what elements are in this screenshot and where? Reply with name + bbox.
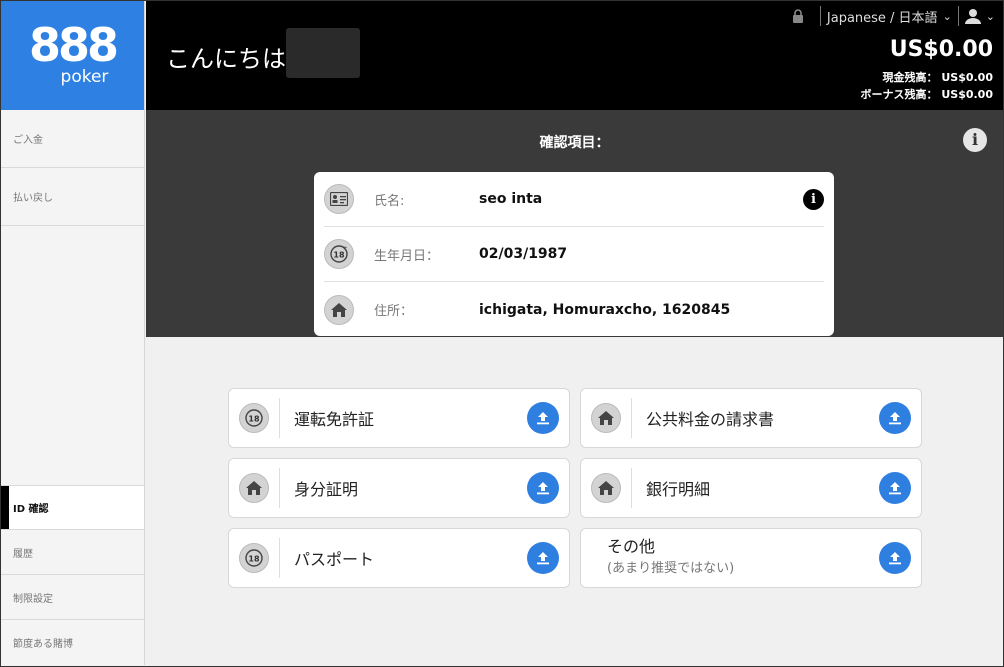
upload-label: 銀行明細	[646, 480, 711, 499]
divider	[957, 6, 959, 26]
logo-word: poker	[60, 67, 109, 87]
lock-icon	[792, 9, 803, 23]
upload-icon[interactable]	[527, 402, 559, 434]
upload-utility-bill[interactable]: 公共料金の請求書	[580, 388, 922, 448]
address-value: ichigata, Homuraxcho, 1620845	[479, 301, 731, 318]
divider	[279, 398, 280, 438]
divider	[631, 398, 632, 438]
verify-row-name: 氏名: seo inta i	[324, 172, 824, 227]
sidebar-item-responsible-gaming[interactable]: 節度ある賭博	[1, 620, 144, 665]
brand-logo[interactable]: 888 poker	[1, 1, 144, 110]
svg-text:18: 18	[248, 555, 260, 564]
home-icon	[591, 403, 621, 433]
total-balance: US$0.00	[889, 37, 993, 62]
upload-bank-statement[interactable]: 銀行明細	[580, 458, 922, 518]
divider	[819, 6, 821, 26]
verification-card: 氏名: seo inta i 18 + 生年月日： 02/03/1987 住所： …	[314, 172, 834, 336]
upload-icon[interactable]	[527, 472, 559, 504]
birthdate-label: 生年月日：	[374, 248, 440, 264]
upload-icon[interactable]	[879, 402, 911, 434]
upload-other[interactable]: その他 (あまり推奨ではない)	[580, 528, 922, 588]
sidebar-item-id-verify[interactable]: ID 確認	[1, 485, 144, 530]
greeting: こんにちは	[166, 45, 286, 73]
verify-row-address: 住所： ichigata, Homuraxcho, 1620845	[324, 282, 824, 337]
divider	[279, 468, 280, 508]
sidebar-item-limits[interactable]: 制限設定	[1, 575, 144, 620]
user-icon	[964, 9, 981, 24]
upload-drivers-license[interactable]: 18 運転免許証	[228, 388, 570, 448]
sidebar: 888 poker ご入金 払い戻し ID 確認 履歴 制限設定 節度ある賭博	[1, 1, 145, 665]
sidebar-item-deposit[interactable]: ご入金	[1, 110, 144, 168]
bonus-balance-label: ボーナス残高：	[860, 88, 938, 101]
chevron-down-icon: ⌄	[985, 9, 995, 23]
birthdate-value: 02/03/1987	[479, 246, 568, 262]
age-18-icon: 18 +	[324, 239, 354, 269]
upload-icon[interactable]	[527, 542, 559, 574]
upload-label: パスポート	[294, 550, 375, 569]
username-redacted	[286, 28, 360, 78]
svg-text:18: 18	[248, 415, 260, 424]
divider	[631, 468, 632, 508]
upload-label: 公共料金の請求書	[646, 410, 775, 429]
language-label: Japanese / 日本語	[826, 10, 938, 26]
verification-panel: 確認項目： i 氏名: seo inta i 18 + 生年月日： 02/03/1…	[146, 110, 1003, 337]
name-label: 氏名:	[374, 193, 405, 209]
chevron-down-icon: ⌄	[942, 9, 952, 23]
cash-balance: 現金残高： US$0.00	[883, 69, 994, 85]
language-selector[interactable]: Japanese / 日本語 ⌄	[827, 7, 952, 26]
id-card-icon	[324, 184, 354, 214]
bonus-balance-value: US$0.00	[941, 88, 993, 101]
logo-number: 888	[28, 18, 119, 72]
info-icon[interactable]: i	[803, 189, 824, 210]
bonus-balance: ボーナス残高： US$0.00	[861, 86, 994, 102]
header: こんにちは Japanese / 日本語 ⌄ ⌄ US$0.00 現金残高： U…	[146, 1, 1003, 110]
name-value: seo inta	[479, 191, 543, 207]
upload-other-subtitle: (あまり推奨ではない)	[607, 561, 735, 576]
home-icon	[324, 294, 354, 325]
home-icon	[239, 473, 269, 503]
account-menu[interactable]: ⌄	[964, 8, 995, 24]
divider	[279, 538, 280, 578]
top-bar: Japanese / 日本語 ⌄ ⌄	[792, 5, 995, 27]
upload-icon[interactable]	[879, 542, 911, 574]
age-18-icon: 18	[239, 403, 269, 433]
sidebar-item-withdraw[interactable]: 払い戻し	[1, 168, 144, 226]
sidebar-item-history[interactable]: 履歴	[1, 530, 144, 575]
sidebar-bottom: ID 確認 履歴 制限設定 節度ある賭博	[1, 485, 144, 665]
cash-balance-value: US$0.00	[941, 71, 993, 84]
address-label: 住所：	[374, 304, 414, 319]
upload-label: 運転免許証	[294, 410, 375, 429]
home-icon	[591, 473, 621, 503]
cash-balance-label: 現金残高：	[882, 71, 938, 84]
upload-label: その他 (あまり推奨ではない)	[607, 536, 734, 580]
upload-label: 身分証明	[294, 480, 359, 499]
upload-other-title: その他	[607, 537, 656, 556]
verify-row-birthdate: 18 + 生年月日： 02/03/1987	[324, 227, 824, 282]
upload-icon[interactable]	[879, 472, 911, 504]
verification-title: 確認項目：	[539, 135, 610, 151]
info-icon[interactable]: i	[963, 128, 987, 152]
upload-passport[interactable]: 18 パスポート	[228, 528, 570, 588]
age-18-icon: 18	[239, 543, 269, 573]
svg-text:+: +	[342, 245, 347, 252]
upload-id-card[interactable]: 身分証明	[228, 458, 570, 518]
